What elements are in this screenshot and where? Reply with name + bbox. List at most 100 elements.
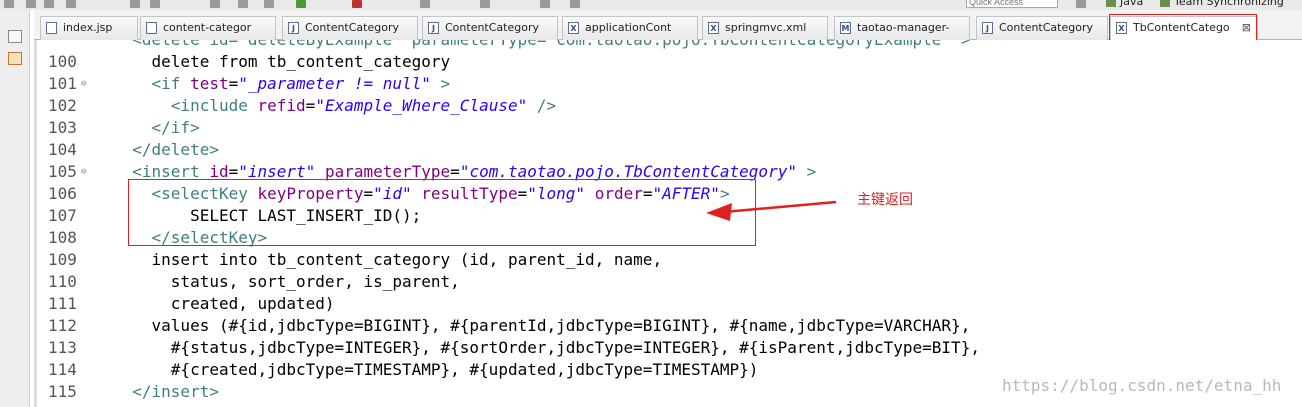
line-number: 101 (48, 74, 77, 93)
quick-access-input[interactable] (966, 0, 1058, 8)
editor-tab[interactable]: J ContentCategory (976, 16, 1108, 40)
code-text: created, updated) (113, 293, 335, 315)
jsp-file-icon (146, 22, 157, 34)
code-token: test (190, 74, 229, 93)
line-number: 104 (48, 140, 77, 159)
code-token: values (#{id,jdbcType=BIGINT}, #{parentI… (113, 316, 971, 335)
line-number: 115 (48, 382, 77, 401)
line-number: 112 (48, 316, 77, 335)
fold-toggle-icon[interactable]: ⊖ (81, 79, 86, 89)
xml-file-icon: X (568, 22, 579, 34)
code-token: #{status,jdbcType=INTEGER}, #{sortOrder,… (113, 338, 980, 357)
save-icon[interactable] (26, 0, 36, 8)
code-token: <delete id="deleteByExample" parameterTy… (132, 40, 970, 49)
code-token: status, sort_order, is_parent, (113, 272, 460, 291)
code-text: delete from tb_content_category (113, 51, 451, 73)
java-file-icon: J (982, 22, 993, 34)
code-text: insert into tb_content_category (id, par… (113, 249, 663, 271)
code-line: 111 created, updated) (34, 293, 1302, 315)
save-all-icon[interactable] (44, 0, 54, 8)
code-text: #{status,jdbcType=INTEGER}, #{sortOrder,… (113, 337, 980, 359)
search-icon[interactable] (420, 0, 430, 8)
line-number: 111 (48, 294, 77, 313)
tab-label: index.jsp (63, 21, 113, 34)
code-text: <insert id="insertSelective" parameterTy… (113, 403, 903, 407)
code-token: "Example_Where_Clause" (315, 96, 528, 115)
line-number: 103 (48, 118, 77, 137)
line-number: 105 (48, 162, 77, 181)
code-token: </delete> (132, 140, 219, 159)
code-token: "_parameter != null" (238, 74, 431, 93)
tab-label: applicationCont (585, 21, 672, 34)
run-icon[interactable] (296, 0, 306, 8)
maven-pom-icon: M (840, 22, 851, 34)
watermark: https://blog.csdn.net/etna_hh (1002, 376, 1282, 395)
code-line: 100 delete from tb_content_category (34, 51, 1302, 73)
settings-icon[interactable] (238, 0, 248, 8)
stop-icon[interactable] (352, 0, 362, 8)
code-token: delete from tb_content_category (113, 52, 451, 71)
code-token: #{created,jdbcType=TIMESTAMP}, #{updated… (113, 360, 759, 379)
edit-icon[interactable] (264, 0, 274, 8)
java-perspective-icon (1106, 0, 1116, 7)
back-icon[interactable] (540, 0, 550, 8)
code-text: </if> (113, 117, 200, 139)
restore-icon[interactable] (8, 30, 22, 43)
line-number: 116 (48, 403, 80, 407)
line-number: 108 (48, 228, 77, 247)
package-explorer-icon[interactable] (8, 52, 22, 65)
code-line: 110 status, sort_order, is_parent, (34, 271, 1302, 293)
jsp-file-icon (46, 22, 57, 34)
code-text: status, sort_order, is_parent, (113, 271, 460, 293)
code-token: </if> (151, 118, 200, 137)
editor-tab[interactable]: J ContentCategory (422, 16, 558, 40)
code-token: created, updated) (113, 294, 335, 313)
tab-label: content-categor (163, 21, 252, 34)
main-toolbar: Java Team Synchronizing (0, 0, 1302, 10)
forward-icon[interactable] (570, 0, 580, 8)
editor-tab[interactable]: Mtaotao-manager- (834, 16, 970, 40)
open-perspective-icon[interactable] (1076, 0, 1086, 8)
code-token: = (228, 74, 239, 93)
java-file-icon: J (428, 22, 439, 34)
code-token: </insert> (132, 382, 219, 401)
print-icon[interactable] (66, 0, 76, 8)
build-icon[interactable] (210, 0, 220, 8)
code-token: refid (257, 96, 306, 115)
perspective-team-synchronizing[interactable]: Team Synchronizing (1160, 0, 1284, 8)
code-line: 102 <include refid="Example_Where_Clause… (34, 95, 1302, 117)
menu-icon[interactable] (4, 0, 14, 8)
code-line: 116⊖ <insert id="insertSelective" parame… (34, 403, 1302, 407)
code-line: <delete id="deleteByExample" parameterTy… (34, 40, 1302, 51)
next-annotation-icon[interactable] (480, 0, 490, 8)
code-text: <if test="_parameter != null" > (113, 73, 451, 95)
editor-tab[interactable]: J ContentCategory (282, 16, 418, 40)
line-number: 106 (48, 184, 77, 203)
code-token: <if (151, 74, 191, 93)
open-type-icon[interactable] (150, 0, 160, 8)
java-file-icon: J (288, 22, 299, 34)
editor-tab[interactable]: index.jsp (40, 16, 138, 40)
editor-tab[interactable]: XapplicationCont (562, 16, 698, 40)
code-text: <include refid="Example_Where_Clause" /> (113, 95, 556, 117)
new-icon[interactable] (130, 0, 140, 8)
line-number: 107 (48, 206, 77, 225)
line-number: 110 (48, 272, 77, 291)
team-sync-icon (1160, 0, 1170, 7)
left-minimized-bar (0, 10, 30, 407)
code-line: 113 #{status,jdbcType=INTEGER}, #{sortOr… (34, 337, 1302, 359)
editor-tab[interactable]: Xspringmvc.xml (702, 16, 828, 40)
line-number: 109 (48, 250, 77, 269)
code-text: #{created,jdbcType=TIMESTAMP}, #{updated… (113, 359, 759, 381)
perspective-java[interactable]: Java (1106, 0, 1143, 8)
code-line: 101 ⊖ <if test="_parameter != null" > (34, 73, 1302, 95)
code-line: 103 </if> (34, 117, 1302, 139)
fold-toggle-icon[interactable]: ⊖ (81, 167, 86, 177)
selectkey-highlight-box (128, 179, 756, 246)
editor-tab[interactable]: content-categor (140, 16, 276, 40)
